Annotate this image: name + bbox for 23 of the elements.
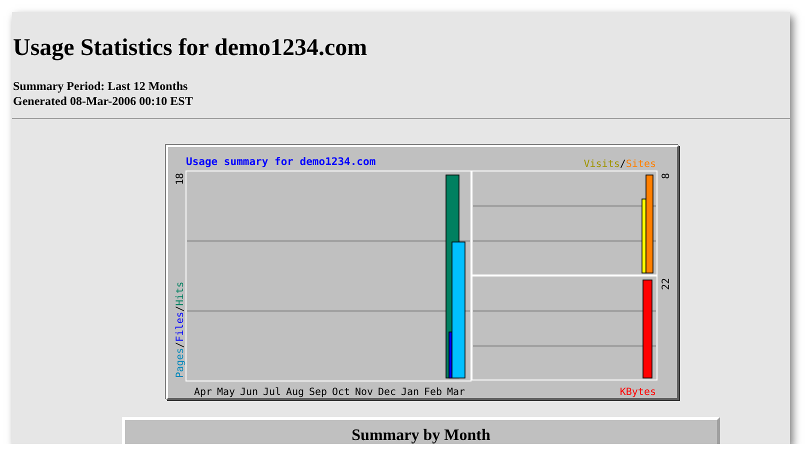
graph-title: Usage summary for demo1234.com [186, 156, 376, 168]
month-label: Nov [355, 387, 374, 398]
month-label: Sep [309, 387, 328, 398]
month-label: Feb [424, 387, 442, 398]
month-label: Jun [240, 387, 258, 398]
graph-legend: Visits/Sites [584, 159, 656, 170]
table-header: Summary by Month [350, 426, 492, 444]
month-label: Dec [378, 387, 396, 398]
axis-max-label: 18 [175, 173, 186, 186]
axis-legend: KBytes [620, 387, 656, 398]
month-label: May [217, 387, 236, 398]
month-label: Aug [286, 387, 304, 398]
summary-period: Summary Period: Last 12 Months [13, 79, 189, 94]
axis-max-label: 8 [661, 173, 672, 180]
axis-max-label: 22 [661, 278, 672, 290]
axis-legend: Pages/Files/Hits [175, 282, 186, 378]
month-label: Jul [263, 387, 282, 398]
month-label: Oct [332, 387, 350, 398]
month-label: Jan [401, 387, 420, 398]
page-title: Usage Statistics for demo1234.com [13, 34, 368, 63]
month-label: Mar [447, 387, 466, 398]
month-label: Apr [194, 387, 212, 398]
generated-date: Generated 08-Mar-2006 00:10 EST [13, 94, 194, 109]
